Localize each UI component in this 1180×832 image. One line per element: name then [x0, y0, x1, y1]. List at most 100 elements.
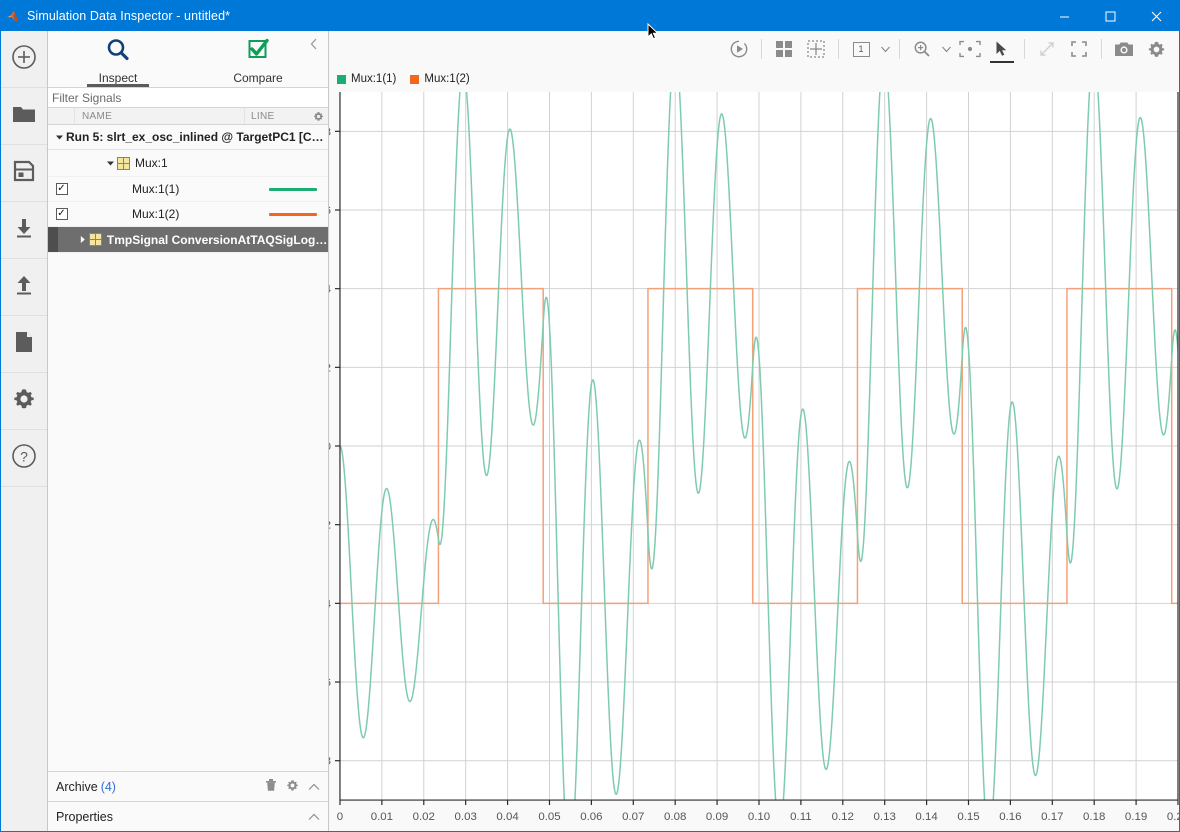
archive-tools [265, 778, 328, 795]
matlab-icon [1, 1, 27, 31]
window-title: Simulation Data Inspector - untitled* [27, 9, 230, 23]
svg-text:0.07: 0.07 [622, 811, 644, 823]
legend-label: Mux:1(2) [424, 73, 469, 85]
gear-icon[interactable] [286, 779, 299, 795]
legend-color-swatch [337, 75, 346, 84]
svg-text:0.17: 0.17 [1041, 811, 1063, 823]
properties-panel-header[interactable]: Properties [48, 801, 328, 831]
svg-text:0.06: 0.06 [580, 811, 602, 823]
plot-settings-button[interactable] [1141, 35, 1171, 63]
fullscreen-button[interactable] [1064, 35, 1094, 63]
legend-item-mux-1-1[interactable]: Mux:1(1) [337, 73, 396, 85]
svg-text:0.05: 0.05 [538, 811, 560, 823]
line-color-swatch [269, 188, 317, 191]
cursor-button[interactable] [987, 35, 1017, 63]
svg-text:0: 0 [329, 441, 331, 453]
chevron-down-icon[interactable] [939, 35, 953, 63]
svg-text:0.01: 0.01 [371, 811, 393, 823]
subplot-count-button[interactable]: 1 [846, 35, 876, 63]
svg-text:8: 8 [329, 126, 331, 138]
snapshot-button[interactable] [1109, 35, 1139, 63]
tab-inspect[interactable]: Inspect [48, 31, 188, 87]
plus-circle-icon [11, 44, 37, 75]
tree-row-signal-1[interactable]: ✓ Mux:1(1) [48, 177, 328, 202]
legend-label: Mux:1(1) [351, 73, 396, 85]
tree-row-signal-2[interactable]: ✓ Mux:1(2) [48, 202, 328, 227]
preferences-button[interactable] [1, 373, 47, 430]
signal-1-line-cell[interactable] [265, 188, 328, 191]
signal-1-checkbox[interactable]: ✓ [48, 183, 75, 195]
tree-row-mux-group[interactable]: Mux:1 [48, 150, 328, 177]
svg-text:?: ? [20, 448, 28, 464]
checkbox-icon: ✓ [56, 208, 68, 220]
signal-2-line-cell[interactable] [265, 213, 328, 216]
svg-text:0.09: 0.09 [706, 811, 728, 823]
properties-label: Properties [56, 810, 113, 824]
gear-icon[interactable] [308, 111, 328, 122]
toolbar-separator [899, 39, 900, 59]
toolbar-separator [1024, 39, 1025, 59]
rail-spacer [1, 487, 47, 831]
svg-text:0.03: 0.03 [455, 811, 477, 823]
panel-tabs: Inspect Compare [48, 31, 328, 88]
maximize-button[interactable] [1087, 1, 1133, 31]
chart-plot-area[interactable]: 86420-2-4-6-800.010.020.030.040.050.060.… [329, 91, 1179, 831]
sparse-grid-button[interactable] [801, 35, 831, 63]
column-header-line: LINE [245, 108, 308, 124]
chevron-down-icon[interactable] [52, 133, 66, 142]
simulation-data-inspector-window: Simulation Data Inspector - untitled* [0, 0, 1180, 832]
close-button[interactable] [1133, 1, 1179, 31]
svg-text:0.11: 0.11 [790, 811, 811, 823]
gear-icon [12, 387, 36, 416]
filter-signals-field[interactable] [48, 88, 328, 108]
signal-plot-svg[interactable]: 86420-2-4-6-800.010.020.030.040.050.060.… [329, 91, 1179, 831]
svg-text:6: 6 [329, 205, 331, 217]
svg-text:-2: -2 [329, 520, 331, 532]
archive-label: Archive [56, 780, 98, 794]
replay-button[interactable] [724, 35, 754, 63]
tree-row-run[interactable]: Run 5: slrt_ex_osc_inlined @ TargetPC1 [… [48, 125, 328, 150]
tree-row-tmpsignal-group[interactable]: TmpSignal ConversionAtTAQSigLoggi… [48, 227, 328, 253]
layout-button[interactable] [769, 35, 799, 63]
chevron-right-icon[interactable] [76, 235, 89, 244]
chevron-left-icon[interactable] [306, 36, 322, 52]
import-button[interactable] [1, 202, 47, 259]
minimize-button[interactable] [1041, 1, 1087, 31]
line-color-swatch [269, 213, 317, 216]
help-button[interactable]: ? [1, 430, 47, 487]
svg-text:2: 2 [329, 362, 331, 374]
fit-to-view-button[interactable] [955, 35, 985, 63]
properties-tools [308, 810, 328, 824]
svg-text:0.19: 0.19 [1125, 811, 1147, 823]
window-controls [1041, 1, 1179, 31]
signal-browser-panel: Inspect Compare [48, 31, 329, 831]
signal-2-checkbox[interactable]: ✓ [48, 208, 75, 220]
chevron-up-icon[interactable] [308, 810, 320, 824]
signal-tree: Run 5: slrt_ex_osc_inlined @ TargetPC1 [… [48, 125, 328, 771]
archive-panel-header[interactable]: Archive (4) [48, 771, 328, 801]
export-button[interactable] [1, 259, 47, 316]
trash-icon[interactable] [265, 778, 277, 795]
tab-inspect-label: Inspect [99, 71, 138, 85]
svg-text:0.13: 0.13 [874, 811, 896, 823]
report-button[interactable] [1, 316, 47, 373]
svg-text:0.12: 0.12 [832, 811, 854, 823]
search-input[interactable] [52, 91, 328, 105]
main-body: ? Inspect [1, 31, 1179, 831]
archive-count: (4) [101, 780, 116, 794]
run-label: Run 5: slrt_ex_osc_inlined @ TargetPC1 [… [66, 130, 324, 144]
tool-rail: ? [1, 31, 48, 831]
zoom-button[interactable] [907, 35, 937, 63]
chevron-up-icon[interactable] [308, 780, 320, 794]
open-button[interactable] [1, 88, 47, 145]
chevron-down-icon[interactable] [878, 35, 892, 63]
column-headers: NAME LINE [48, 108, 328, 125]
svg-text:4: 4 [329, 284, 332, 296]
chevron-down-icon[interactable] [103, 159, 117, 168]
legend-item-mux-1-2[interactable]: Mux:1(2) [410, 73, 469, 85]
save-button[interactable] [1, 145, 47, 202]
svg-text:-4: -4 [329, 598, 332, 610]
add-run-button[interactable] [1, 31, 47, 88]
file-page-icon [13, 330, 35, 359]
svg-text:0.15: 0.15 [957, 811, 979, 823]
